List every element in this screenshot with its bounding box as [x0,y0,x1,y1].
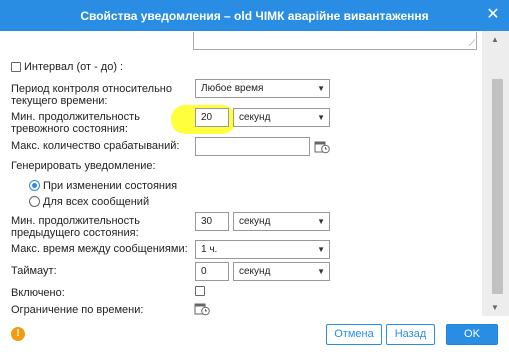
warning-icon: ! [11,327,25,341]
min-alarm-duration-label: Мин. продолжительность тревожного состоя… [11,111,140,135]
chevron-down-icon: ▼ [317,217,325,226]
min-alarm-duration-input[interactable]: 20 [195,108,229,127]
resize-grip-icon[interactable]: ⟋ [469,39,475,48]
time-limit-label: Ограничение по времени: [11,304,144,316]
scroll-down-icon[interactable]: ▼ [491,303,499,312]
timeout-label: Таймаут: [11,265,57,277]
control-period-value: Любое время [201,83,264,94]
timeout-unit-select[interactable]: секунд ▼ [233,262,330,281]
radio-on-state-change[interactable] [29,180,40,191]
calendar-clock-icon[interactable] [194,302,210,316]
min-prev-duration-input[interactable]: 30 [195,212,229,231]
chevron-down-icon: ▼ [317,245,325,254]
max-triggers-input[interactable] [195,137,310,156]
back-button[interactable]: Назад [386,324,435,345]
vertical-scrollbar[interactable]: ▲ ▼ [482,31,509,316]
max-time-between-label: Макс. время между сообщениями: [11,243,188,255]
radio-all-messages[interactable] [29,196,40,207]
control-period-label: Период контроля относительно текущего вр… [11,83,172,107]
timeout-unit: секунд [239,266,271,277]
max-time-between-value: 1 ч. [201,244,218,255]
title-bar: Свойства уведомления – old ЧІМК аварійне… [0,0,509,31]
radio-on-state-change-label: При изменении состояния [43,180,178,192]
chevron-down-icon: ▼ [317,84,325,93]
close-icon[interactable]: ✕ [485,7,501,23]
min-alarm-duration-unit-select[interactable]: секунд ▼ [233,108,330,127]
radio-all-messages-label: Для всех сообщений [43,196,150,208]
control-period-select[interactable]: Любое время ▼ [195,79,330,98]
calendar-clock-icon[interactable] [314,140,330,154]
enabled-label: Включено: [11,287,65,299]
enabled-checkbox[interactable] [195,286,205,296]
window-title: Свойства уведомления – old ЧІМК аварійне… [80,9,429,23]
generate-label: Генерировать уведомление: [11,160,156,172]
cancel-button[interactable]: Отмена [326,324,382,345]
ok-button[interactable]: OK [446,324,498,345]
chevron-down-icon: ▼ [317,113,325,122]
description-textarea[interactable]: ⟋ [193,32,477,50]
chevron-down-icon: ▼ [317,267,325,276]
interval-label: Интервал (от - до) : [24,61,124,73]
max-time-between-select[interactable]: 1 ч. ▼ [195,240,330,259]
min-prev-duration-unit-select[interactable]: секунд ▼ [233,212,330,231]
min-prev-duration-label: Мин. продолжительность предыдущего состо… [11,215,140,239]
max-triggers-label: Макс. количество срабатываний: [11,140,180,152]
interval-checkbox[interactable] [11,62,21,72]
min-prev-duration-unit: секунд [239,216,271,227]
timeout-input[interactable]: 0 [195,262,229,281]
scroll-up-icon[interactable]: ▲ [491,35,499,44]
scroll-thumb[interactable] [492,79,503,294]
min-alarm-duration-unit: секунд [239,112,271,123]
